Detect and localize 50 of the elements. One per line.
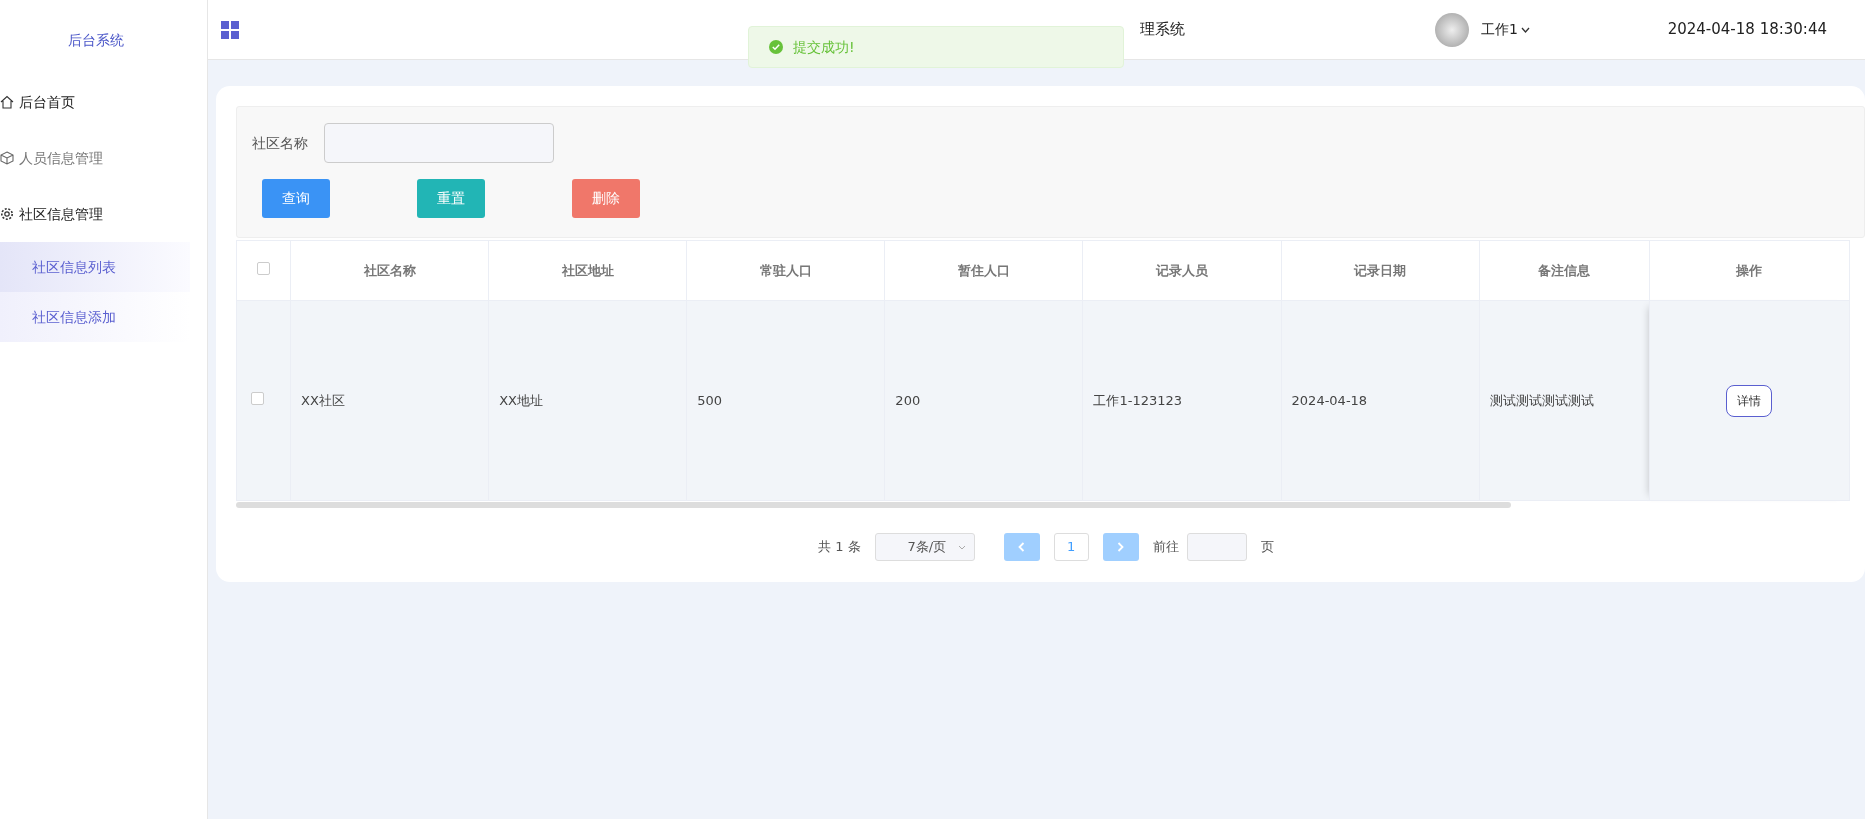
- datetime: 2024-04-18 18:30:44: [1667, 19, 1827, 41]
- row-checkbox[interactable]: [251, 391, 264, 405]
- chevron-left-icon: [1018, 542, 1026, 552]
- page-suffix: 页: [1260, 538, 1274, 557]
- next-page-button[interactable]: [1102, 533, 1139, 561]
- table-cell: 200: [884, 300, 1083, 501]
- column-header: 记录人员: [1082, 240, 1282, 301]
- user-dropdown[interactable]: 工作1: [1475, 18, 1536, 41]
- toast-message: 提交成功!: [793, 37, 855, 57]
- total-count: 共 1 条: [818, 538, 861, 557]
- app-title: 理系统: [1140, 19, 1185, 41]
- query-button[interactable]: 查询: [262, 179, 330, 218]
- chevron-right-icon: [1117, 542, 1125, 552]
- table-cell: 500: [686, 300, 885, 501]
- details-button[interactable]: 详情: [1725, 384, 1772, 417]
- sidebar-item[interactable]: 社区信息管理: [0, 186, 207, 242]
- page-number[interactable]: 1: [1053, 533, 1089, 561]
- column-header: 社区地址: [488, 240, 687, 301]
- column-header: 操作: [1649, 240, 1850, 301]
- table-cell: XX地址: [488, 300, 687, 501]
- home-icon: [0, 95, 14, 109]
- page-size-select[interactable]: 7条/页: [874, 533, 975, 561]
- delete-button[interactable]: 删除: [572, 179, 640, 218]
- search-field[interactable]: [324, 123, 554, 163]
- submenu-item[interactable]: 社区信息列表: [0, 242, 190, 292]
- column-header: 暂住人口: [884, 240, 1083, 301]
- goto-label: 前往: [1152, 538, 1179, 557]
- caret-icon: [1520, 26, 1530, 33]
- table-cell: 工作1-123123: [1082, 300, 1282, 501]
- column-header: 备注信息: [1479, 240, 1650, 301]
- success-icon: [769, 40, 783, 54]
- field-label: 社区名称: [252, 133, 308, 153]
- sidebar-item[interactable]: 后台首页: [0, 74, 207, 130]
- avatar[interactable]: [1435, 12, 1469, 47]
- settings-icon: [0, 207, 14, 221]
- table-cell: XX社区: [290, 300, 489, 501]
- grid-icon[interactable]: [220, 19, 240, 40]
- column-header: 记录日期: [1281, 240, 1480, 301]
- scrollbar[interactable]: [236, 502, 1511, 508]
- column-header: 常驻人口: [686, 240, 885, 301]
- table-cell: 2024-04-18: [1281, 300, 1480, 501]
- sidebar-item[interactable]: 人员信息管理: [0, 130, 207, 186]
- table-cell: 测试测试测试测试: [1479, 300, 1650, 501]
- logo-text: 后台系统: [67, 31, 125, 50]
- goto-field[interactable]: [1186, 533, 1247, 561]
- column-header: 社区名称: [290, 240, 489, 301]
- select-all-checkbox[interactable]: [257, 261, 270, 275]
- prev-page-button[interactable]: [1003, 533, 1040, 561]
- cube-icon: [0, 151, 14, 165]
- chevron-down-icon: [957, 544, 966, 550]
